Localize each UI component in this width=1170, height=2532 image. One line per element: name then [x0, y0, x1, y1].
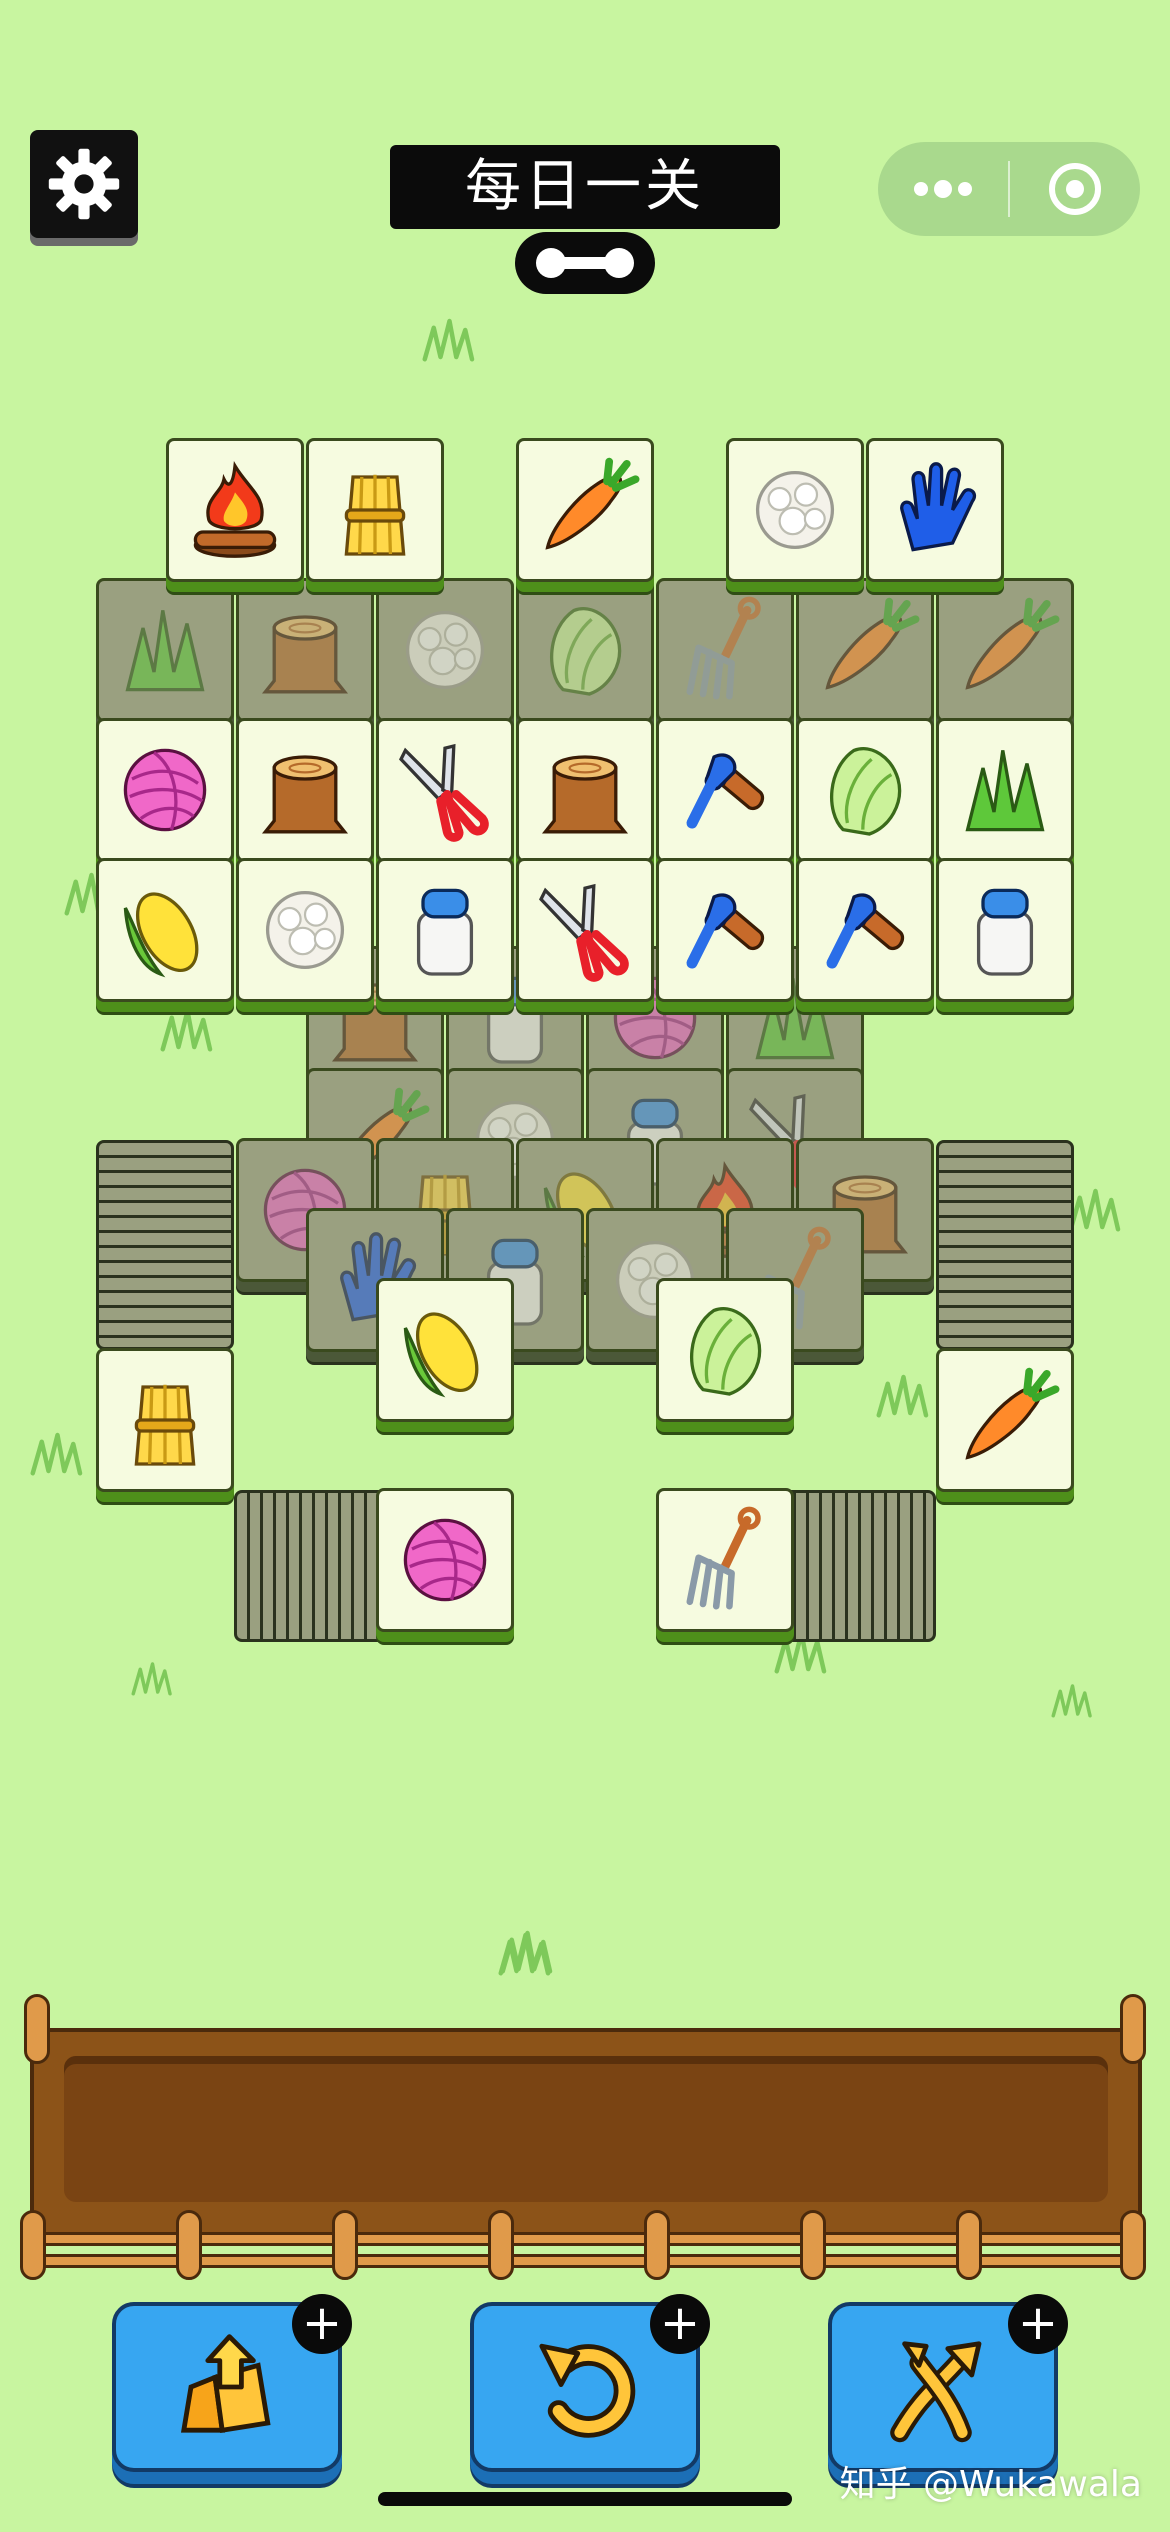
grass-decoration: [494, 1930, 584, 1976]
home-indicator[interactable]: [378, 2492, 792, 2506]
shuffle-icon: [890, 2341, 982, 2443]
tile-cabbage[interactable]: [796, 718, 934, 862]
tile-stump[interactable]: [236, 718, 374, 862]
add-undo-badge[interactable]: +: [650, 2294, 710, 2354]
tile-cabbage[interactable]: [656, 1278, 794, 1422]
tray-slots: [64, 2056, 1108, 2202]
tile-stump[interactable]: [516, 718, 654, 862]
wheat-icon: [110, 1365, 220, 1475]
pitchfork-icon: [670, 1505, 780, 1615]
yarn-icon: [390, 1505, 500, 1615]
fence-post: [1120, 2210, 1146, 2280]
tile-pitchfork[interactable]: [656, 1488, 794, 1632]
tile-campfire[interactable]: [166, 438, 304, 582]
brush-icon: [670, 875, 780, 985]
fence-post: [956, 2210, 982, 2280]
grass-decoration: [128, 1648, 198, 1708]
tile-cotton[interactable]: [236, 858, 374, 1002]
fence-post: [644, 2210, 670, 2280]
tile-carrot[interactable]: [516, 438, 654, 582]
tile-stack-bottom-left: [234, 1490, 394, 1642]
tile-milk[interactable]: [936, 858, 1074, 1002]
fence: [20, 2210, 1150, 2280]
tile-brush[interactable]: [656, 718, 794, 862]
tile-covered: [236, 578, 374, 722]
tile-wheat[interactable]: [96, 1348, 234, 1492]
stump-icon: [250, 735, 360, 845]
shuffle-button[interactable]: +: [828, 2294, 1068, 2472]
level-progress-indicator: [515, 232, 655, 294]
grass-decoration: [156, 1006, 246, 1052]
tile-covered: [96, 578, 234, 722]
tile-grass[interactable]: [936, 718, 1074, 862]
tile-covered: [376, 578, 514, 722]
move-out-button[interactable]: +: [112, 2294, 352, 2472]
undo-icon: [539, 2343, 636, 2438]
tile-corn[interactable]: [376, 1278, 514, 1422]
carrot-icon: [530, 455, 640, 565]
grass-icon: [950, 735, 1060, 845]
tile-brush[interactable]: [656, 858, 794, 1002]
tile-wheat[interactable]: [306, 438, 444, 582]
miniprogram-capsule: [878, 142, 1140, 236]
cotton-icon: [740, 455, 850, 565]
tile-glove[interactable]: [866, 438, 1004, 582]
grass-decoration: [1048, 1670, 1118, 1730]
tile-corn[interactable]: [96, 858, 234, 1002]
pop-out-icon: [180, 2334, 271, 2433]
milk-icon: [950, 875, 1060, 985]
watermark: 知乎 @Wukawala: [839, 2464, 1142, 2505]
milk-icon: [390, 875, 500, 985]
tile-yarn[interactable]: [96, 718, 234, 862]
campfire-icon: [180, 455, 290, 565]
stump-icon: [530, 735, 640, 845]
settings-button[interactable]: [30, 130, 138, 238]
carrot-icon: [950, 1365, 1060, 1475]
fence-post: [20, 2210, 46, 2280]
tile-stack-left: [96, 1140, 234, 1350]
add-shuffle-badge[interactable]: +: [1008, 2294, 1068, 2354]
tile-scissors[interactable]: [516, 858, 654, 1002]
tile-milk[interactable]: [376, 858, 514, 1002]
more-dots-icon: [914, 180, 972, 198]
fence-post: [24, 1994, 50, 2064]
cabbage-icon: [810, 735, 920, 845]
corn-icon: [110, 875, 220, 985]
brush-icon: [810, 875, 920, 985]
brush-icon: [670, 735, 780, 845]
fence-post: [1120, 1994, 1146, 2064]
undo-button[interactable]: +: [470, 2294, 710, 2472]
tile-yarn[interactable]: [376, 1488, 514, 1632]
tile-brush[interactable]: [796, 858, 934, 1002]
tile-scissors[interactable]: [376, 718, 514, 862]
glove-icon: [880, 455, 990, 565]
tile-covered: [516, 578, 654, 722]
tile-stack-bottom-right: [780, 1490, 936, 1642]
tile-covered: [796, 578, 934, 722]
level-title: 每日一关: [390, 145, 780, 229]
fence-post: [800, 2210, 826, 2280]
scissors-icon: [390, 735, 500, 845]
yarn-icon: [110, 735, 220, 845]
gear-icon: [48, 148, 120, 220]
more-button[interactable]: [878, 142, 1008, 236]
tile-stack-right: [936, 1140, 1074, 1350]
cotton-icon: [250, 875, 360, 985]
wheat-icon: [320, 455, 430, 565]
scissors-icon: [530, 875, 640, 985]
grass-decoration: [418, 316, 508, 362]
fence-post: [176, 2210, 202, 2280]
grass-decoration: [1064, 1186, 1154, 1232]
cabbage-icon: [670, 1295, 780, 1405]
tile-covered: [656, 578, 794, 722]
tile-covered: [936, 578, 1074, 722]
tile-cotton[interactable]: [726, 438, 864, 582]
fence-post: [332, 2210, 358, 2280]
target-circle-icon: [1049, 163, 1101, 215]
add-move-out-badge[interactable]: +: [292, 2294, 352, 2354]
fence-post: [488, 2210, 514, 2280]
tile-carrot[interactable]: [936, 1348, 1074, 1492]
corn-icon: [390, 1295, 500, 1405]
close-miniprogram-button[interactable]: [1010, 142, 1140, 236]
